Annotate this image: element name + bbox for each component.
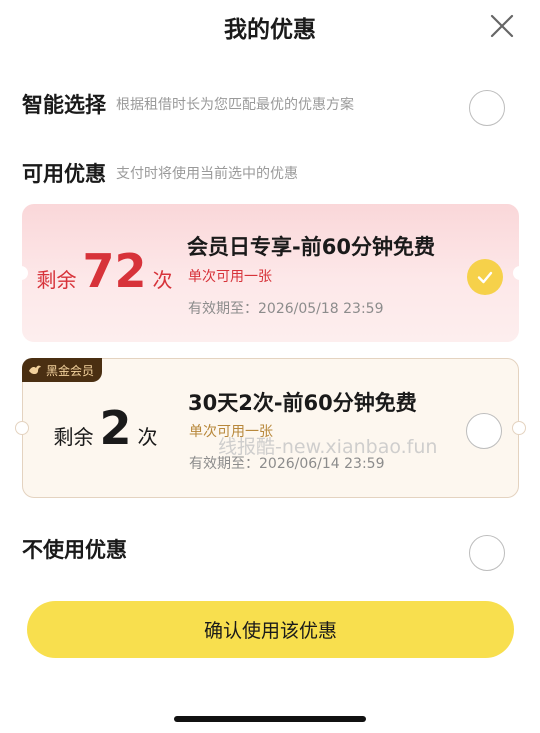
smart-select-radio[interactable]: [469, 90, 505, 126]
smart-select-desc: 根据租借时长为您匹配最优的优惠方案: [116, 97, 354, 113]
ticket-notch: [513, 266, 527, 280]
sheet-header: 我的优惠: [0, 0, 540, 52]
ticket-notch: [512, 421, 526, 435]
no-coupon-title: 不使用优惠: [22, 538, 127, 562]
remaining-unit: 次: [152, 268, 173, 292]
available-coupons-header: 可用优惠 支付时将使用当前选中的优惠: [22, 153, 518, 193]
available-title: 可用优惠: [22, 162, 106, 186]
coupon-title: 30天2次-前60分钟免费: [188, 391, 417, 415]
coupon-card-black-gold[interactable]: 黑金会员 剩余 2 次 30天2次-前60分钟免费 单次可用一张 有效期至：20…: [15, 358, 526, 498]
coupon-expiry: 有效期至：2026/06/14 23:59: [189, 456, 385, 472]
remaining-count: 2: [99, 401, 132, 455]
coupon-title: 会员日专享-前60分钟免费: [187, 235, 435, 259]
no-coupon-radio[interactable]: [469, 535, 505, 571]
smart-select-title: 智能选择: [22, 93, 106, 117]
confirm-coupon-button[interactable]: 确认使用该优惠: [27, 601, 514, 658]
coupon-remaining: 剩余 72 次: [22, 204, 187, 342]
coupon-select-radio[interactable]: [466, 413, 502, 449]
coupon-expiry: 有效期至：2026/05/18 23:59: [188, 301, 384, 317]
smart-select-row[interactable]: 智能选择 根据租借时长为您匹配最优的优惠方案: [22, 84, 518, 124]
close-button[interactable]: [488, 12, 516, 40]
available-desc: 支付时将使用当前选中的优惠: [116, 166, 298, 182]
coupon-selected-check[interactable]: [467, 259, 503, 295]
remaining-unit: 次: [137, 425, 158, 449]
check-icon: [477, 271, 493, 284]
remaining-count: 72: [82, 244, 147, 298]
home-indicator: [174, 716, 366, 722]
close-icon: [490, 14, 514, 38]
coupon-remaining: 剩余 2 次: [23, 359, 188, 497]
remaining-label: 剩余: [36, 268, 77, 292]
coupon-rule: 单次可用一张: [189, 424, 273, 440]
remaining-label: 剩余: [53, 425, 94, 449]
page-title: 我的优惠: [224, 17, 316, 43]
no-coupon-row[interactable]: 不使用优惠: [22, 529, 518, 569]
coupon-card-member-day[interactable]: 剩余 72 次 会员日专享-前60分钟免费 单次可用一张 有效期至：2026/0…: [14, 204, 527, 342]
coupon-rule: 单次可用一张: [188, 269, 272, 285]
